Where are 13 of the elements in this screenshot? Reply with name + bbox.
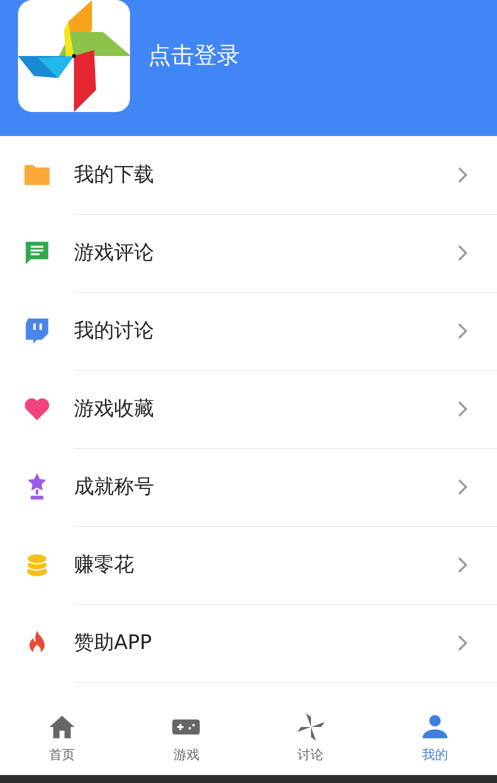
- nav-tab[interactable]: 首页: [0, 700, 124, 775]
- menu-item[interactable]: 我的讨论: [74, 317, 455, 344]
- login-link[interactable]: 点击登录: [148, 40, 240, 70]
- nav-tab[interactable]: 游戏: [124, 700, 248, 775]
- nav-tab[interactable]: 讨论: [248, 700, 373, 775]
- nav-tab[interactable]: 我的: [372, 700, 497, 775]
- menu-item[interactable]: 游戏收藏: [74, 395, 455, 422]
- menu-item[interactable]: 赞助APP: [74, 629, 455, 656]
- menu-item[interactable]: 我的下载: [74, 161, 455, 188]
- menu-item[interactable]: 成就称号: [74, 473, 455, 500]
- menu-item[interactable]: 游戏评论: [74, 239, 455, 266]
- pinwheel-icon: [296, 712, 326, 742]
- menu-item[interactable]: 赚零花: [74, 551, 455, 578]
